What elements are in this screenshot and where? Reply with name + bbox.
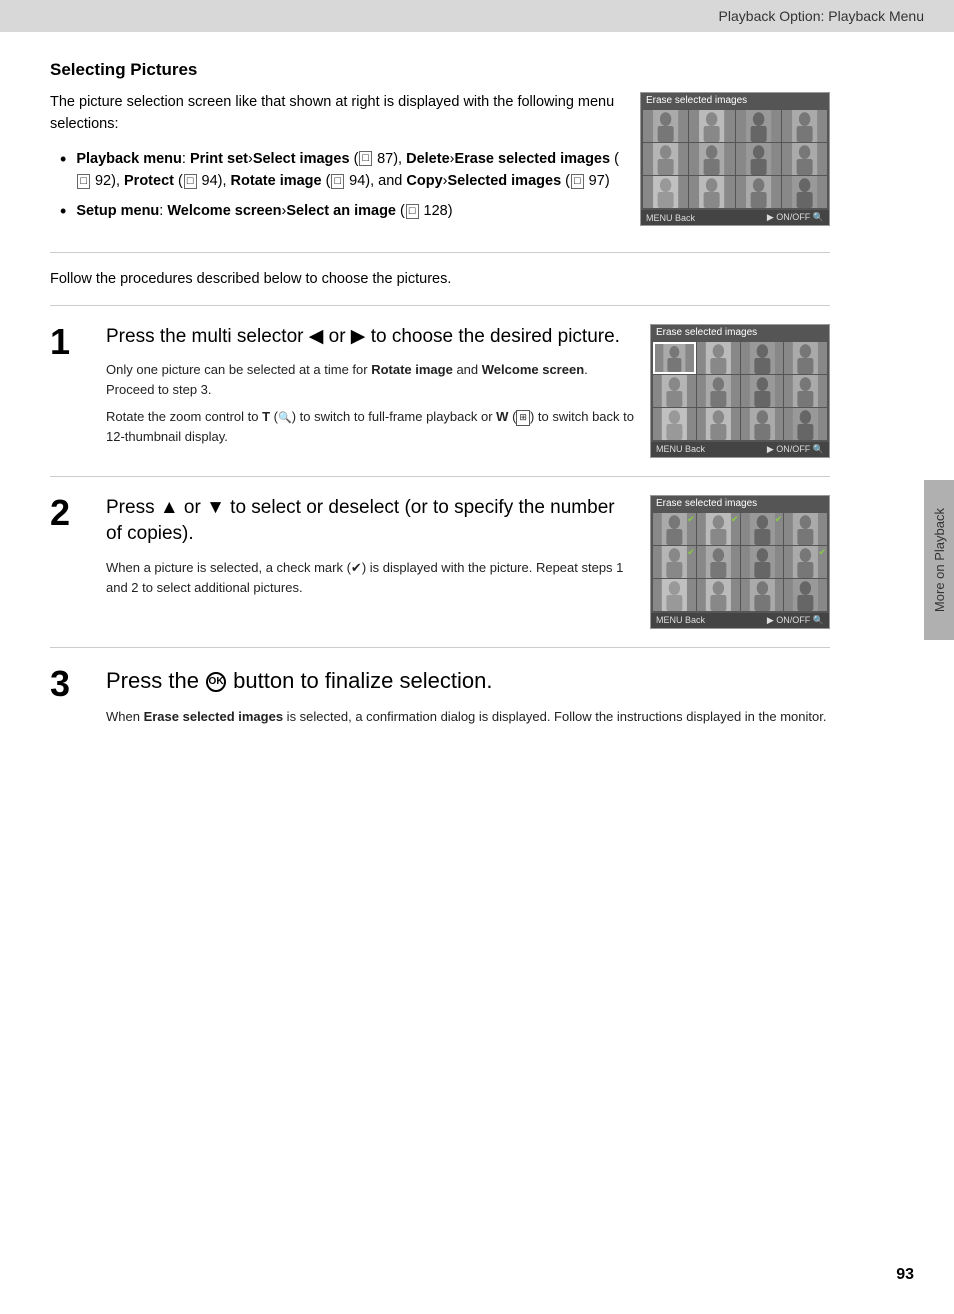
s2-cell-12 [784, 579, 827, 611]
step-2-screen-grid: ✔ ✔ ✔ ✔ ✔ [651, 511, 829, 613]
s1-cell-5 [653, 375, 696, 407]
step-1-title: Press the multi selector ◀ or ▶ to choos… [106, 324, 634, 351]
step-2-screen-footer: MENU Back ▶ ON/OFF 🔍 [651, 613, 829, 628]
cell-3-1 [643, 176, 688, 208]
bullet-item-1: • Playback menu: Print set›Select images… [60, 148, 620, 193]
s1-cell-4 [784, 342, 827, 374]
check-1: ✔ [687, 514, 695, 525]
bullet-text-1: Playback menu: Print set›Select images (… [76, 148, 620, 193]
check-5: ✔ [687, 547, 695, 558]
cell-1-3 [736, 110, 781, 142]
cell-1-2 [689, 110, 734, 142]
step-1-screen-grid [651, 340, 829, 442]
step-1: 1 Press the multi selector ◀ or ▶ to cho… [50, 305, 830, 458]
cell-1-1 [643, 110, 688, 142]
step-1-camera-screen: Erase selected images MENU Back ▶ ON/OFF… [650, 324, 830, 458]
step-1-screen-footer: MENU Back ▶ ON/OFF 🔍 [651, 442, 829, 457]
step-2-note-1: When a picture is selected, a check mark… [106, 558, 634, 597]
intro-screen-grid [641, 108, 829, 210]
cell-3-3 [736, 176, 781, 208]
s1-cell-10 [697, 408, 740, 440]
s2-cell-11 [741, 579, 784, 611]
step-3-title: Press the OK button to finalize selectio… [106, 666, 830, 697]
follow-text: Follow the procedures described below to… [50, 252, 830, 287]
step-2-number: 2 [50, 495, 86, 531]
sidebar-tab: More on Playback [924, 480, 954, 640]
step-1-note-1: Only one picture can be selected at a ti… [106, 360, 634, 399]
step-1-screen-title: Erase selected images [651, 325, 829, 340]
s2-cell-7 [741, 546, 784, 578]
cell-2-2 [689, 143, 734, 175]
cell-2-3 [736, 143, 781, 175]
intro-screen-footer: MENU Back ▶ ON/OFF 🔍 [641, 210, 829, 225]
s2-cell-2: ✔ [697, 513, 740, 545]
s2-cell-8: ✔ [784, 546, 827, 578]
s2-cell-9 [653, 579, 696, 611]
section-title: Selecting Pictures [50, 60, 830, 80]
step-2: 2 Press ▲ or ▼ to select or deselect (or… [50, 476, 830, 629]
step-1-number: 1 [50, 324, 86, 360]
check-3: ✔ [775, 514, 783, 525]
step-2-title: Press ▲ or ▼ to select or deselect (or t… [106, 495, 634, 548]
page-number: 93 [896, 1266, 914, 1284]
bullet-dot-1: • [60, 148, 66, 171]
s1-cell-3 [741, 342, 784, 374]
page-header: Playback Option: Playback Menu [0, 0, 954, 32]
s1-cell-7 [741, 375, 784, 407]
bullet-dot-2: • [60, 200, 66, 223]
s1-cell-2 [697, 342, 740, 374]
bullet-text-2: Setup menu: Welcome screen›Select an ima… [76, 200, 452, 222]
step-2-content: Press ▲ or ▼ to select or deselect (or t… [106, 495, 634, 605]
step-2-screen-title: Erase selected images [651, 496, 829, 511]
cell-3-4 [782, 176, 827, 208]
s2-cell-10 [697, 579, 740, 611]
intro-screen-title: Erase selected images [641, 93, 829, 108]
s2-cell-5: ✔ [653, 546, 696, 578]
s1-cell-11 [741, 408, 784, 440]
step-3-number: 3 [50, 666, 86, 702]
ok-icon: OK [206, 672, 226, 692]
step-1-content: Press the multi selector ◀ or ▶ to choos… [106, 324, 634, 455]
step-2-camera-screen: Erase selected images ✔ ✔ ✔ ✔ [650, 495, 830, 629]
s2-cell-1: ✔ [653, 513, 696, 545]
s1-cell-8 [784, 375, 827, 407]
check-2: ✔ [731, 514, 739, 525]
header-title: Playback Option: Playback Menu [719, 8, 924, 24]
step-3-note: When Erase selected images is selected, … [106, 707, 830, 727]
s1-cell-9 [653, 408, 696, 440]
s2-cell-4 [784, 513, 827, 545]
cell-2-1 [643, 143, 688, 175]
cell-2-4 [782, 143, 827, 175]
s2-cell-6 [697, 546, 740, 578]
step-3-content: Press the OK button to finalize selectio… [106, 666, 830, 734]
step-3: 3 Press the OK button to finalize select… [50, 647, 830, 734]
check-8: ✔ [818, 547, 826, 558]
s1-cell-6 [697, 375, 740, 407]
s1-cell-1 [653, 342, 696, 374]
s2-cell-3: ✔ [741, 513, 784, 545]
bullet-item-2: • Setup menu: Welcome screen›Select an i… [60, 200, 620, 223]
sidebar-label: More on Playback [932, 508, 947, 612]
step-1-note-2: Rotate the zoom control to T (🔍) to swit… [106, 407, 634, 446]
intro-camera-screen: Erase selected images [640, 92, 830, 226]
main-content: Selecting Pictures Erase selected images [0, 32, 870, 792]
cell-3-2 [689, 176, 734, 208]
cell-1-4 [782, 110, 827, 142]
s1-cell-12 [784, 408, 827, 440]
